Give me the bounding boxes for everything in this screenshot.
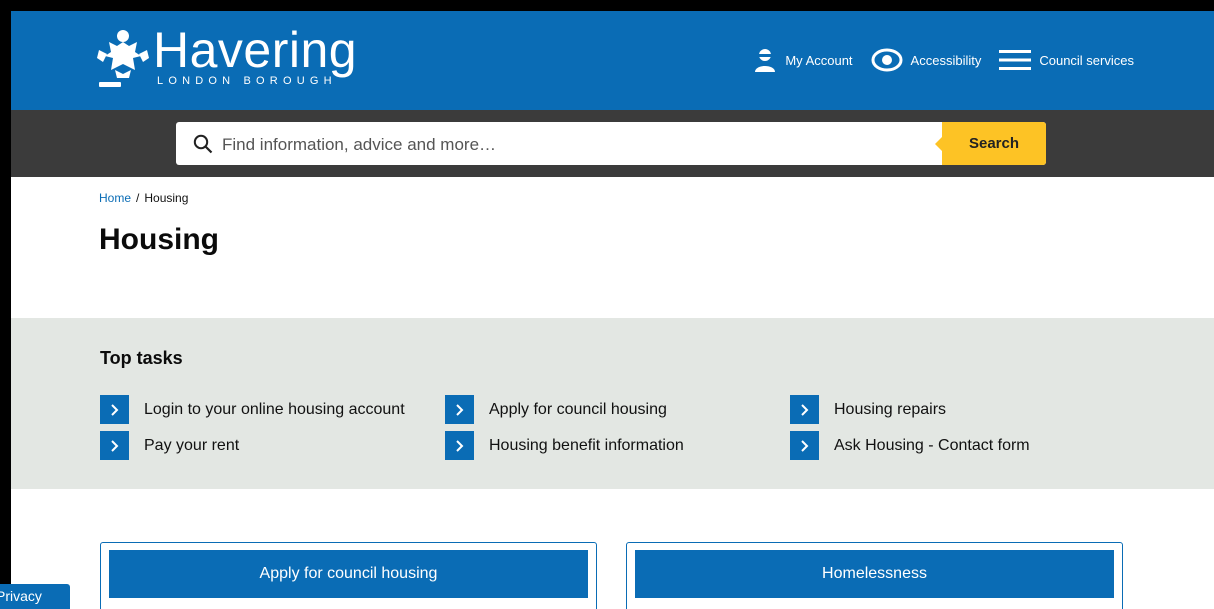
accessibility-link[interactable]: Accessibility (871, 48, 982, 72)
privacy-label: Privacy (0, 588, 42, 604)
council-services-link[interactable]: Council services (999, 49, 1134, 71)
breadcrumb-separator: / (136, 191, 140, 205)
chevron-right-icon (790, 395, 819, 424)
accessibility-label: Accessibility (910, 52, 982, 68)
task-link[interactable]: Login to your online housing account (100, 395, 405, 424)
task-label: Apply for council housing (489, 400, 667, 418)
page-frame: Havering LONDON BOROUGH My Account Acces… (11, 11, 1214, 609)
site-header: Havering LONDON BOROUGH My Account Acces… (11, 11, 1214, 110)
task-label: Housing benefit information (489, 436, 684, 454)
chevron-right-icon (790, 431, 819, 460)
privacy-button[interactable]: Privacy (0, 584, 70, 609)
task-link[interactable]: Pay your rent (100, 431, 239, 460)
task-link[interactable]: Ask Housing - Contact form (790, 431, 1030, 460)
card-apply-council-housing: Apply for council housing (100, 542, 597, 609)
breadcrumb-current: Housing (144, 191, 189, 205)
task-link[interactable]: Housing benefit information (445, 431, 684, 460)
top-tasks-panel: Top tasks Login to your online housing a… (11, 318, 1214, 489)
chevron-right-icon (445, 395, 474, 424)
user-icon (755, 49, 776, 72)
menu-icon (999, 50, 1032, 70)
crest-icon (97, 30, 149, 87)
search-band: Search (11, 110, 1214, 177)
search-box: Search (176, 122, 1046, 167)
my-account-link[interactable]: My Account (753, 48, 853, 72)
top-tasks-heading: Top tasks (100, 348, 183, 368)
task-link[interactable]: Housing repairs (790, 395, 946, 424)
logo-subtitle: LONDON BOROUGH (157, 75, 337, 87)
search-input[interactable] (220, 122, 924, 167)
search-button[interactable]: Search (935, 122, 1046, 165)
search-icon (193, 134, 213, 154)
chevron-right-icon (100, 395, 129, 424)
header-nav: My Account Accessibility Council service… (735, 48, 1134, 72)
my-account-label: My Account (785, 52, 853, 68)
breadcrumb-home[interactable]: Home (99, 191, 131, 205)
logo-title: Havering (153, 22, 358, 78)
chevron-right-icon (445, 431, 474, 460)
task-label: Housing repairs (834, 400, 947, 418)
council-services-label: Council services (1039, 52, 1134, 68)
homelessness-button[interactable]: Homelessness (635, 550, 1114, 598)
task-label: Pay your rent (144, 436, 240, 454)
page-title: Housing (99, 223, 219, 256)
card-homelessness: Homelessness (626, 542, 1123, 609)
chevron-right-icon (100, 431, 129, 460)
task-label: Login to your online housing account (144, 400, 405, 418)
havering-logo[interactable]: Havering LONDON BOROUGH (95, 22, 365, 96)
eye-icon (871, 48, 903, 72)
apply-council-housing-button[interactable]: Apply for council housing (109, 550, 588, 598)
task-label: Ask Housing - Contact form (834, 436, 1030, 454)
task-link[interactable]: Apply for council housing (445, 395, 667, 424)
breadcrumb: Home / Housing (99, 191, 188, 205)
